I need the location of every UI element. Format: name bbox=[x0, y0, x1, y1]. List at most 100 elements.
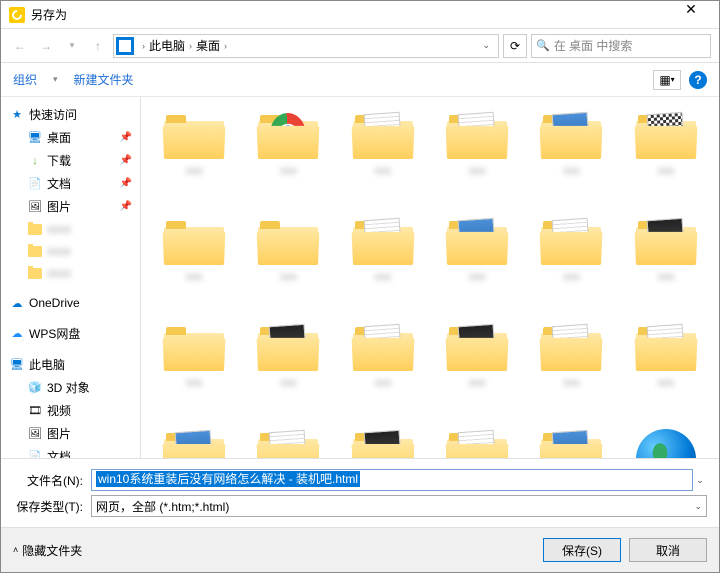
titlebar: 另存为 ✕ bbox=[1, 1, 719, 29]
chevron-up-icon: ˄ bbox=[13, 545, 18, 555]
sidebar-wps[interactable]: ☁ WPS网盘 bbox=[5, 322, 136, 345]
breadcrumb[interactable]: › 此电脑 › 桌面 › ⌄ bbox=[113, 34, 499, 58]
folder-item[interactable]: xxx bbox=[432, 211, 522, 311]
navigation-bar: ← → ▾ ↑ › 此电脑 › 桌面 › ⌄ ⟳ 🔍 在 桌面 中搜索 bbox=[1, 29, 719, 63]
breadcrumb-dropdown[interactable]: ⌄ bbox=[476, 40, 496, 51]
filename-value: win10系统重装后没有网络怎么解决 - 装机吧.html bbox=[96, 471, 360, 487]
sidebar-label: 视频 bbox=[47, 402, 71, 419]
cloud-icon: ☁ bbox=[9, 326, 25, 342]
organize-menu[interactable]: 组织 bbox=[13, 71, 37, 88]
sidebar-label: 快速访问 bbox=[29, 106, 77, 123]
sidebar-label: 文档 bbox=[47, 448, 71, 458]
window-title: 另存为 bbox=[31, 6, 671, 23]
folder-icon bbox=[28, 224, 42, 235]
sidebar-label: 图片 bbox=[47, 425, 71, 442]
sidebar-desktop[interactable]: 🖥 桌面 📌 bbox=[5, 126, 136, 149]
close-button[interactable]: ✕ bbox=[671, 1, 711, 28]
sidebar-thispc[interactable]: 🖥 此电脑 bbox=[5, 353, 136, 376]
chevron-down-icon: ⌄ bbox=[694, 501, 702, 512]
file-grid[interactable]: xxx xxx xxx xxx xxx xxx xxx xxx xxx xxx … bbox=[141, 97, 719, 458]
folder-icon bbox=[28, 268, 42, 279]
up-button[interactable]: ↑ bbox=[87, 35, 109, 57]
sidebar-label: xxxx bbox=[47, 244, 71, 258]
filetype-select[interactable]: 网页，全部 (*.htm;*.html) ⌄ bbox=[91, 495, 707, 517]
pin-icon: 📌 bbox=[120, 201, 132, 212]
save-button[interactable]: 保存(S) bbox=[543, 538, 621, 562]
forward-button[interactable]: → bbox=[35, 35, 57, 57]
folder-item[interactable]: xxx bbox=[149, 105, 239, 205]
folder-icon bbox=[28, 246, 42, 257]
folder-item[interactable]: xxx bbox=[338, 211, 428, 311]
filename-label: 文件名(N): bbox=[13, 472, 83, 489]
filename-dropdown[interactable]: ⌄ bbox=[693, 475, 707, 486]
sidebar-label: xxxx bbox=[47, 266, 71, 280]
folder-item[interactable]: xxx bbox=[149, 211, 239, 311]
toolbar: 组织 ▾ 新建文件夹 ▦ ▾ ? bbox=[1, 63, 719, 97]
sidebar-downloads[interactable]: ↓ 下载 📌 bbox=[5, 149, 136, 172]
folder-item[interactable] bbox=[338, 423, 428, 458]
sidebar-pictures[interactable]: 🖼 图片 bbox=[5, 422, 136, 445]
breadcrumb-root[interactable]: 此电脑 bbox=[149, 37, 185, 54]
folder-item[interactable]: xxx bbox=[432, 105, 522, 205]
search-icon: 🔍 bbox=[536, 39, 550, 52]
breadcrumb-folder[interactable]: 桌面 bbox=[196, 37, 220, 54]
folder-item[interactable]: xxx bbox=[621, 317, 711, 417]
folder-item[interactable]: xxx bbox=[338, 317, 428, 417]
filename-input[interactable]: win10系统重装后没有网络怎么解决 - 装机吧.html bbox=[91, 469, 693, 491]
folder-item[interactable]: xxx bbox=[149, 317, 239, 417]
folder-item[interactable]: xxx bbox=[526, 211, 616, 311]
cancel-button[interactable]: 取消 bbox=[629, 538, 707, 562]
sidebar-folder[interactable]: xxxx bbox=[5, 262, 136, 284]
search-placeholder: 在 桌面 中搜索 bbox=[554, 37, 633, 54]
sidebar-documents[interactable]: 📄 文档 📌 bbox=[5, 172, 136, 195]
sidebar-quick-access[interactable]: ★ 快速访问 bbox=[5, 103, 136, 126]
cloud-icon: ☁ bbox=[9, 295, 25, 311]
new-folder-button[interactable]: 新建文件夹 bbox=[74, 71, 134, 88]
footer: ˄ 隐藏文件夹 保存(S) 取消 bbox=[1, 527, 719, 572]
filetype-label: 保存类型(T): bbox=[13, 498, 83, 515]
help-button[interactable]: ? bbox=[689, 71, 707, 89]
sidebar-label: WPS网盘 bbox=[29, 325, 80, 342]
folder-item[interactable]: xxx bbox=[621, 211, 711, 311]
sidebar-documents[interactable]: 📄 文档 bbox=[5, 445, 136, 458]
folder-item[interactable]: xxx bbox=[432, 317, 522, 417]
pin-icon: 📌 bbox=[120, 132, 132, 143]
sidebar-label: 文档 bbox=[47, 175, 71, 192]
download-icon: ↓ bbox=[27, 153, 43, 169]
refresh-button[interactable]: ⟳ bbox=[503, 34, 527, 58]
folder-item[interactable] bbox=[432, 423, 522, 458]
sidebar-label: 下载 bbox=[47, 152, 71, 169]
hide-folders-toggle[interactable]: ˄ 隐藏文件夹 bbox=[13, 542, 82, 559]
folder-item[interactable]: xxx bbox=[526, 105, 616, 205]
sidebar-pictures[interactable]: 🖼 图片 📌 bbox=[5, 195, 136, 218]
folder-item[interactable]: xxx bbox=[338, 105, 428, 205]
document-icon: 📄 bbox=[27, 449, 43, 459]
save-as-dialog: 另存为 ✕ ← → ▾ ↑ › 此电脑 › 桌面 › ⌄ ⟳ 🔍 在 桌面 中搜… bbox=[0, 0, 720, 573]
back-button[interactable]: ← bbox=[9, 35, 31, 57]
sidebar-3d-objects[interactable]: 🧊 3D 对象 bbox=[5, 376, 136, 399]
sidebar: ★ 快速访问 🖥 桌面 📌 ↓ 下载 📌 📄 文档 📌 🖼 图片 � bbox=[1, 97, 141, 458]
folder-item[interactable] bbox=[526, 423, 616, 458]
globe-icon bbox=[636, 429, 696, 458]
document-icon: 📄 bbox=[27, 176, 43, 192]
folder-item[interactable] bbox=[243, 423, 333, 458]
search-input[interactable]: 🔍 在 桌面 中搜索 bbox=[531, 34, 711, 58]
folder-item[interactable]: xxx bbox=[243, 317, 333, 417]
save-panel: 文件名(N): win10系统重装后没有网络怎么解决 - 装机吧.html ⌄ … bbox=[1, 458, 719, 527]
picture-icon: 🖼 bbox=[27, 426, 43, 442]
sidebar-videos[interactable]: 🎞 视频 bbox=[5, 399, 136, 422]
folder-item[interactable]: xxx bbox=[526, 317, 616, 417]
folder-item[interactable] bbox=[149, 423, 239, 458]
filetype-value: 网页，全部 (*.htm;*.html) bbox=[96, 498, 229, 515]
view-mode-button[interactable]: ▦ ▾ bbox=[653, 70, 681, 90]
app-icon bbox=[9, 7, 25, 23]
folder-item[interactable]: xxx bbox=[243, 211, 333, 311]
sidebar-onedrive[interactable]: ☁ OneDrive bbox=[5, 292, 136, 314]
sidebar-label: xxxx bbox=[47, 222, 71, 236]
folder-item[interactable]: xxx bbox=[243, 105, 333, 205]
html-file-item[interactable] bbox=[621, 423, 711, 458]
folder-item[interactable]: xxx bbox=[621, 105, 711, 205]
sidebar-folder[interactable]: xxxx bbox=[5, 240, 136, 262]
sidebar-folder[interactable]: xxxx bbox=[5, 218, 136, 240]
recent-dropdown[interactable]: ▾ bbox=[61, 35, 83, 57]
